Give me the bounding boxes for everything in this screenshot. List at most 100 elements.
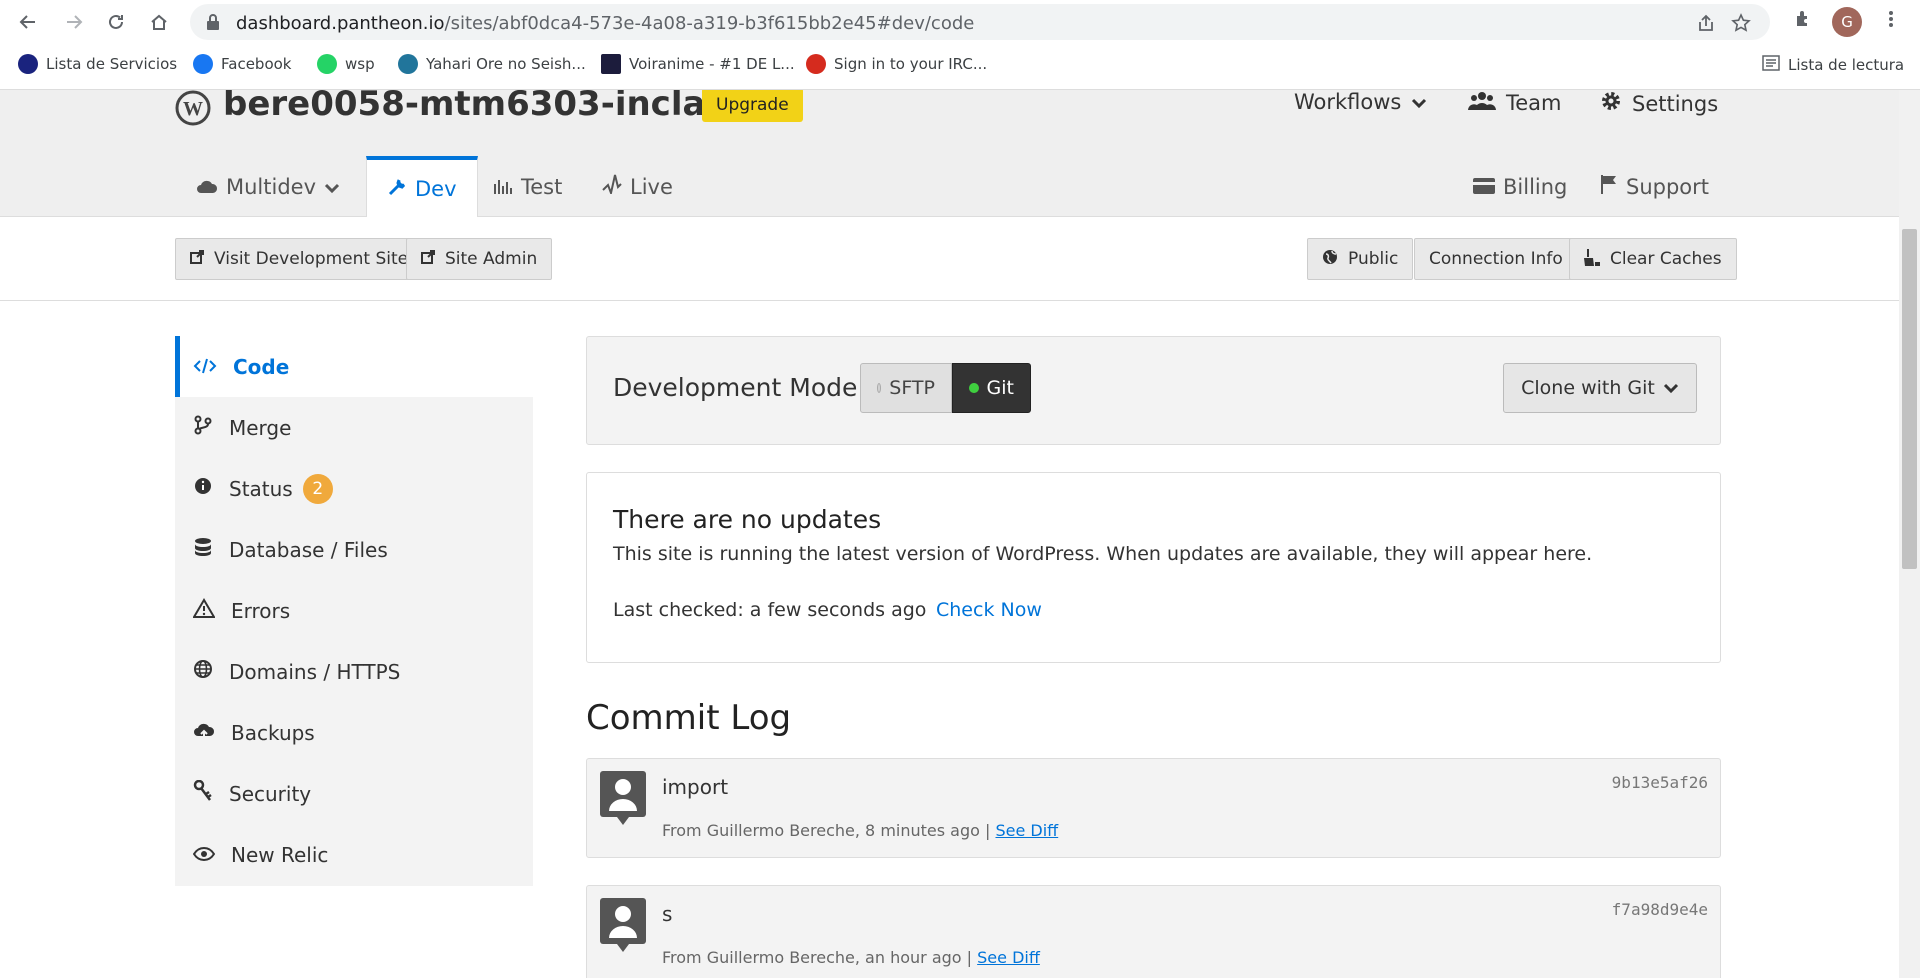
tab-multidev[interactable]: Multidev — [176, 156, 360, 217]
reload-icon[interactable] — [102, 8, 130, 36]
back-icon[interactable] — [14, 8, 42, 36]
environment-toolbar: Visit Development Site Site Admin Public… — [0, 217, 1899, 301]
page-scrollbar[interactable] — [1899, 90, 1920, 978]
visit-site-button[interactable]: Visit Development Site — [175, 238, 424, 280]
team-link[interactable]: Team — [1468, 90, 1562, 115]
svg-text:W: W — [183, 98, 203, 120]
scrollbar-thumb[interactable] — [1902, 229, 1917, 569]
voiranime-icon — [601, 54, 621, 74]
sidebar-item-errors[interactable]: Errors — [175, 580, 533, 641]
warning-icon — [192, 598, 216, 623]
tab-dev[interactable]: Dev — [366, 156, 478, 218]
commit-hash: f7a98d9e4e — [1611, 900, 1708, 919]
settings-link[interactable]: Settings — [1600, 90, 1718, 117]
connection-info-button[interactable]: Connection Info — [1414, 238, 1578, 280]
eye-icon — [192, 843, 216, 867]
commit-message: import — [662, 775, 729, 799]
url-text: dashboard.pantheon.io/sites/abf0dca4-573… — [236, 13, 975, 34]
profile-avatar[interactable]: G — [1832, 7, 1862, 37]
development-mode-panel: Development Mode SFTP Git Clone with Git — [586, 336, 1721, 445]
sftp-mode-toggle[interactable]: SFTP — [860, 363, 952, 413]
bookmark-item[interactable]: Lista de Servicios — [18, 54, 177, 74]
sidebar-item-merge[interactable]: Merge — [175, 397, 533, 458]
tab-live[interactable]: Live — [582, 156, 693, 217]
broom-icon — [1584, 248, 1600, 271]
sidebar-item-new-relic[interactable]: New Relic — [175, 824, 533, 885]
chevron-down-icon — [1663, 377, 1679, 399]
credit-card-icon — [1473, 175, 1495, 199]
merge-icon — [193, 415, 213, 440]
clear-caches-button[interactable]: Clear Caches — [1569, 238, 1737, 280]
workflows-menu[interactable]: Workflows — [1294, 90, 1427, 114]
database-icon — [193, 537, 213, 562]
sidebar-item-security[interactable]: Security — [175, 763, 533, 824]
public-button[interactable]: Public — [1307, 238, 1414, 280]
address-bar[interactable]: dashboard.pantheon.io/sites/abf0dca4-573… — [190, 4, 1770, 40]
chevron-down-icon — [1411, 90, 1427, 114]
lock-icon — [206, 14, 220, 34]
info-icon — [193, 476, 213, 501]
see-diff-link[interactable]: See Diff — [977, 948, 1040, 967]
commit-meta: From Guillermo Bereche, 8 minutes ago | … — [662, 821, 1059, 840]
commit-hash: 9b13e5af26 — [1611, 773, 1708, 792]
bookmark-item[interactable]: Yahari Ore no Seish... — [398, 54, 586, 74]
bookmark-item[interactable]: wsp — [317, 54, 375, 74]
bookmark-item[interactable]: Facebook — [193, 54, 291, 74]
sidebar-item-backups[interactable]: Backups — [175, 702, 533, 763]
globe-icon — [193, 659, 213, 684]
clone-with-git-button[interactable]: Clone with Git — [1503, 363, 1697, 413]
sidebar-item-status[interactable]: Status 2 — [175, 458, 533, 519]
git-status-dot — [969, 383, 979, 393]
extensions-icon[interactable] — [1792, 8, 1814, 30]
commit-message: s — [662, 902, 673, 926]
bookmark-item[interactable]: Sign in to your IRC... — [806, 54, 987, 74]
sidebar-item-domains[interactable]: Domains / HTTPS — [175, 641, 533, 702]
dashboard-page: W bere0058-mtm6303-inclass6 Upgrade Work… — [0, 90, 1899, 978]
tab-test[interactable]: Test — [473, 156, 582, 217]
commit-meta: From Guillermo Bereche, an hour ago | Se… — [662, 948, 1040, 967]
star-icon[interactable] — [1730, 12, 1752, 34]
site-admin-button[interactable]: Site Admin — [406, 238, 553, 280]
last-checked-text: Last checked: a few seconds ago — [613, 599, 927, 621]
git-mode-toggle[interactable]: Git — [952, 363, 1031, 413]
site-title: bere0058-mtm6303-inclass6 — [223, 90, 770, 124]
wordpress-icon — [398, 54, 418, 74]
development-mode-label: Development Mode — [613, 373, 858, 402]
updates-description: This site is running the latest version … — [613, 543, 1593, 565]
team-icon — [1468, 90, 1496, 115]
status-badge: 2 — [302, 473, 333, 504]
external-link-icon — [421, 249, 435, 269]
site-header: W bere0058-mtm6303-inclass6 Upgrade Work… — [0, 90, 1899, 218]
gear-icon — [1600, 90, 1622, 117]
bookmark-item[interactable]: Voiranime - #1 DE L... — [601, 54, 795, 74]
reading-list-icon — [1762, 54, 1780, 76]
forward-icon[interactable] — [60, 8, 88, 36]
upgrade-button[interactable]: Upgrade — [702, 90, 803, 122]
reading-list[interactable]: Lista de lectura — [1762, 54, 1904, 76]
bookmark-favicon-icon — [18, 54, 38, 74]
see-diff-link[interactable]: See Diff — [995, 821, 1058, 840]
maple-leaf-icon — [806, 54, 826, 74]
check-now-link[interactable]: Check Now — [936, 599, 1042, 621]
updates-panel: There are no updates This site is runnin… — [586, 472, 1721, 663]
bar-chart-icon — [493, 175, 513, 199]
wrench-icon — [387, 177, 407, 202]
more-menu-icon[interactable] — [1880, 8, 1902, 30]
flag-icon — [1600, 174, 1618, 199]
sidebar-item-database[interactable]: Database / Files — [175, 519, 533, 580]
browser-chrome: dashboard.pantheon.io/sites/abf0dca4-573… — [0, 0, 1920, 90]
billing-link[interactable]: Billing — [1453, 156, 1587, 217]
facebook-icon — [193, 54, 213, 74]
commit-entry: import 9b13e5af26 From Guillermo Bereche… — [586, 758, 1721, 858]
sidebar-item-code[interactable]: Code — [175, 336, 533, 397]
share-icon[interactable] — [1695, 12, 1717, 34]
globe-icon — [1322, 249, 1338, 270]
pulse-icon — [602, 174, 622, 199]
cloud-icon — [196, 175, 218, 199]
sftp-status-dot — [877, 383, 882, 393]
home-icon[interactable] — [145, 8, 173, 36]
bookmarks-bar: Lista de Servicios Facebook wsp Yahari O… — [0, 46, 1920, 82]
support-link[interactable]: Support — [1580, 156, 1729, 217]
external-link-icon — [190, 249, 204, 269]
user-avatar-icon — [600, 771, 646, 825]
